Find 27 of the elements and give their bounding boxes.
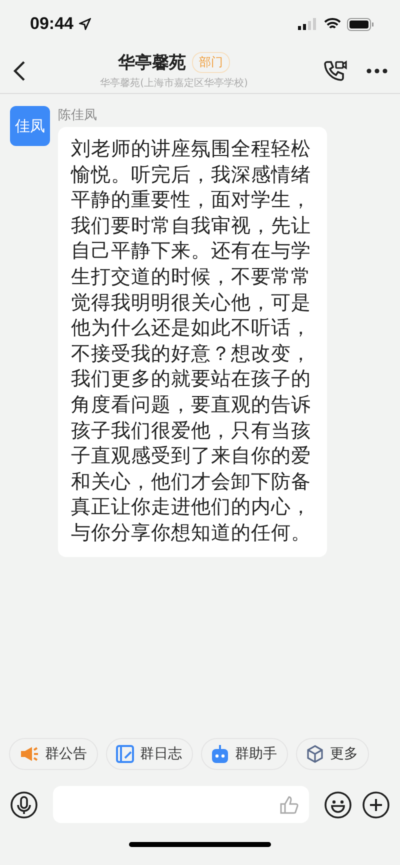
voice-button[interactable] xyxy=(10,790,38,818)
status-time: 09:44 xyxy=(30,14,74,34)
add-button[interactable] xyxy=(362,790,390,818)
video-call-button[interactable] xyxy=(322,58,348,82)
message-input-field[interactable] xyxy=(53,786,309,823)
quick-action-button[interactable]: 更多 xyxy=(296,738,369,770)
megaphone-icon xyxy=(19,745,39,763)
home-indicator[interactable] xyxy=(129,842,271,846)
signal-icon xyxy=(298,18,318,30)
quick-action-button[interactable]: 群助手 xyxy=(201,738,288,770)
emoji-button[interactable] xyxy=(324,790,352,818)
more-icon[interactable] xyxy=(366,68,388,74)
quick-action-button[interactable]: 群日志 xyxy=(106,738,193,770)
wifi-icon xyxy=(324,18,341,30)
sender-name: 陈佳凤 xyxy=(58,107,98,124)
quick-action-button[interactable]: 群公告 xyxy=(9,738,98,770)
cube-icon xyxy=(306,745,324,763)
robot-icon xyxy=(211,744,229,764)
location-arrow-icon xyxy=(79,18,92,30)
department-tag: 部门 xyxy=(192,52,230,73)
notebook-icon xyxy=(116,745,134,763)
thumbs-up-icon[interactable] xyxy=(279,794,299,814)
chat-subtitle: 华亭馨苑(上海市嘉定区华亭学校) xyxy=(100,76,248,90)
battery-icon xyxy=(347,18,374,30)
chat-title: 华亭馨苑 xyxy=(118,52,186,74)
back-button[interactable] xyxy=(12,60,26,82)
message-bubble: 刘老师的讲座氛围全程轻松愉悦。听完后，我深感情绪平静的重要性，面对学生，我们要时常自我审视，先让自己平静下来。还有在与学生打交道的时候，不要常常觉得我明明很关心他，可是他为什么还是如此不听话，不接受我的好意？想改变，我们更多的就要站在孩子的角度看问题，要直观的告诉孩子我们很爱他，只有当孩子直观感受到了来自你的爱和关心，他们才会卸下防备真正让你走进他们的内心，与你分享你想知道的任何。 xyxy=(58,127,327,556)
